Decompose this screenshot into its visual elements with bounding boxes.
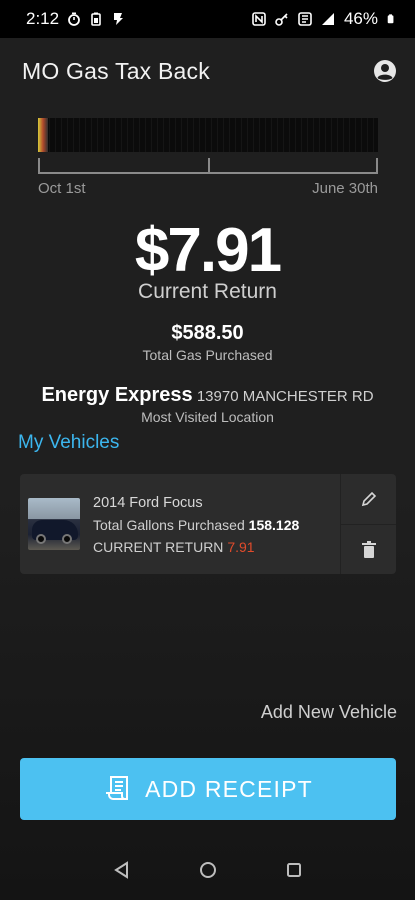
stopwatch-icon: [68, 12, 80, 26]
vehicle-card[interactable]: 2014 Ford Focus Total Gallons Purchased …: [20, 474, 396, 574]
season-progress-bar: [38, 118, 378, 152]
receipt-icon: [106, 776, 129, 800]
timeline-bracket: [38, 158, 378, 174]
vehicle-gallons-line: Total Gallons Purchased 158.128: [93, 514, 340, 536]
vehicle-return-label: CURRENT RETURN: [93, 539, 224, 555]
location-name: Energy Express: [41, 384, 193, 406]
total-gas-label: Total Gas Purchased: [142, 347, 273, 363]
most-visited-location: Energy Express 13970 MANCHESTER RD Most …: [0, 384, 415, 425]
circle-home-icon[interactable]: [199, 861, 217, 879]
current-return-summary: $7.91 Current Return: [0, 218, 415, 304]
total-gas-summary: $588.50 Total Gas Purchased: [0, 322, 415, 363]
square-recents-icon[interactable]: [285, 861, 303, 879]
pencil-icon: [361, 491, 376, 507]
system-nav-bar: [0, 840, 415, 900]
flash-app-icon: [114, 13, 124, 25]
add-receipt-button[interactable]: ADD RECEIPT: [20, 758, 396, 820]
nfc-icon: [252, 12, 266, 26]
triangle-back-icon[interactable]: [113, 861, 131, 879]
vehicle-name: 2014 Ford Focus: [93, 495, 203, 511]
season-progress-fill: [38, 118, 49, 152]
key-icon: [275, 13, 288, 26]
vehicle-return-line: CURRENT RETURN 7.91: [93, 536, 340, 558]
add-receipt-label: ADD RECEIPT: [145, 775, 313, 802]
add-new-vehicle-link[interactable]: Add New Vehicle: [261, 702, 397, 723]
total-gas-amount: $588.50: [171, 322, 244, 344]
data-saver-icon: [298, 12, 312, 26]
my-vehicles-heading: My Vehicles: [18, 432, 120, 453]
season-timeline: Oct 1st June 30th: [38, 118, 378, 197]
battery-icon: [387, 14, 394, 24]
vehicle-return-value: 7.91: [227, 539, 255, 555]
timeline-end-label: June 30th: [312, 180, 378, 197]
battery-percent: 46%: [343, 9, 378, 28]
signal-icon: [321, 13, 334, 25]
location-address: 13970 MANCHESTER RD: [196, 388, 374, 405]
vehicle-gallons-value: 158.128: [248, 517, 300, 533]
current-return-amount: $7.91: [134, 216, 282, 285]
current-return-label: Current Return: [138, 280, 277, 303]
vehicle-gallons-label: Total Gallons Purchased: [93, 517, 245, 533]
vehicle-photo: [28, 498, 80, 550]
timeline-start-label: Oct 1st: [38, 180, 86, 197]
edit-vehicle-button[interactable]: [341, 474, 396, 524]
status-time: 2:12: [26, 9, 60, 28]
location-label: Most Visited Location: [141, 409, 274, 425]
battery-saver-icon: [91, 12, 101, 26]
delete-vehicle-button[interactable]: [341, 524, 396, 574]
trash-icon: [361, 540, 376, 558]
app-title: MO Gas Tax Back: [22, 57, 210, 84]
account-icon[interactable]: [373, 59, 397, 83]
status-bar: 2:12 46%: [0, 0, 415, 38]
app-header: MO Gas Tax Back: [0, 38, 415, 104]
